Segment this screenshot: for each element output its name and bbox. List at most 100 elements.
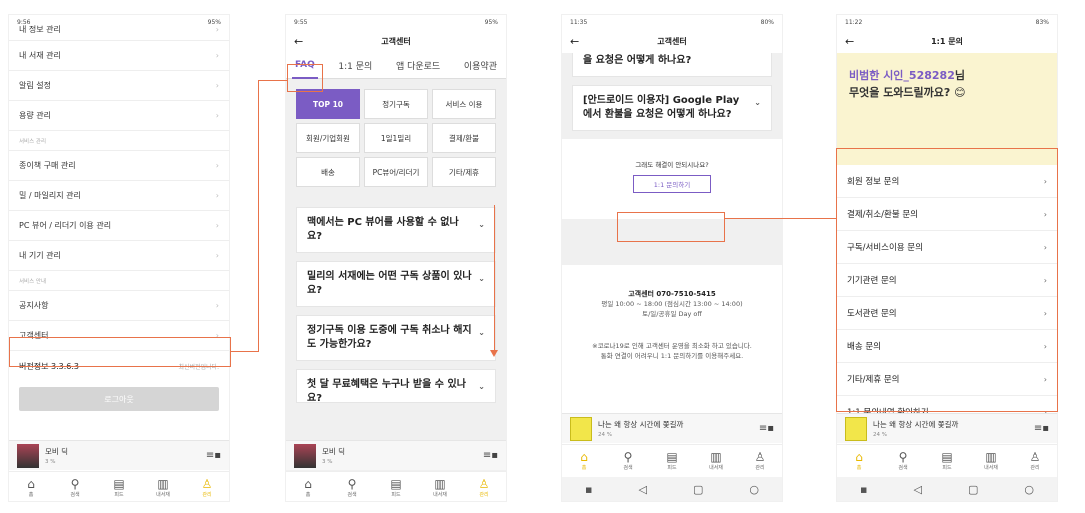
queue-icon[interactable]: ≡▪ (206, 450, 221, 461)
tab-library[interactable]: ▥ 내서재 (976, 450, 1006, 471)
tab-feed[interactable]: ▤ 피드 (104, 476, 134, 498)
home-square-icon[interactable]: ▢ (693, 483, 703, 496)
connector-line (231, 351, 259, 353)
home-icon: ⌂ (855, 449, 863, 464)
customer-center-info: 고객센터 070-7510-5415 평일 10:00 ~ 18:00 (점심시… (601, 290, 743, 318)
tab-manage[interactable]: ♙ 관리 (745, 449, 775, 471)
chevron-right-icon: › (215, 221, 219, 230)
category-delivery[interactable]: 배송 (296, 157, 360, 187)
faq-question[interactable]: 정기구독 이용 도중에 구독 취소나 해지도 가능한가요? ⌄ (296, 315, 496, 361)
queue-icon[interactable]: ≡▪ (759, 423, 774, 434)
faq-question[interactable]: 첫 달 무료혜택은 누구나 받을 수 있나요? ⌄ (296, 369, 496, 403)
category-subscription[interactable]: 정기구독 (364, 89, 428, 119)
tab-manage[interactable]: ♙ 관리 (1020, 450, 1050, 471)
category-service[interactable]: 서비스 이용 (432, 89, 496, 119)
user-nickname: 비범한 시인_528282 (849, 69, 955, 82)
section-info: 서비스 안내 (9, 271, 229, 291)
menu-pc-viewer[interactable]: PC 뷰어 / 리더기 이용 관리 › (9, 211, 229, 241)
tab-home[interactable]: ⌂ 홈 (293, 477, 323, 498)
tab-search[interactable]: ⚲ 검색 (60, 477, 90, 498)
arrow-left-icon[interactable]: ← (570, 35, 579, 48)
feed-icon: ▤ (941, 449, 953, 464)
page-title: 고객센터 (381, 36, 411, 46)
tab-feed[interactable]: ▤ 피드 (657, 450, 687, 471)
back-triangle-icon[interactable]: ◁ (638, 483, 646, 496)
tab-library[interactable]: ▥ 내서재 (148, 477, 178, 498)
arrow-left-icon[interactable]: ← (845, 35, 854, 48)
tab-feed[interactable]: ▤ 피드 (932, 449, 962, 471)
category-etc[interactable]: 기타/제휴 (432, 157, 496, 187)
mini-player[interactable]: 모비 딕3 % ≡▪ (9, 440, 229, 470)
mini-player[interactable]: 모비 딕3 % ≡▪ (286, 440, 506, 470)
header: ← 고객센터 (286, 29, 506, 53)
tab-terms[interactable]: 이용약관 (461, 53, 500, 79)
tab-search[interactable]: ⚲ 검색 (613, 449, 643, 471)
chevron-down-icon: ⌄ (478, 328, 485, 337)
home-square-icon[interactable]: ▢ (968, 483, 978, 496)
connector-line (258, 80, 260, 352)
arrow-left-icon[interactable]: ← (294, 35, 303, 48)
category-daily[interactable]: 1일1밀리 (364, 123, 428, 153)
tab-inquiry[interactable]: 1:1 문의 (335, 53, 375, 79)
faq-question[interactable]: 맥에서는 PC 뷰어를 사용할 수 없나요? ⌄ (296, 207, 496, 253)
feed-icon: ▤ (113, 476, 125, 491)
faq-question[interactable]: [안드로이드 이용자] Google Play 에서 환불을 요청은 어떻게 하… (572, 85, 772, 131)
queue-icon[interactable]: ≡▪ (1034, 423, 1049, 434)
tab-library[interactable]: ▥ 내서재 (425, 477, 455, 498)
back-triangle-icon[interactable]: ◁ (913, 483, 921, 496)
tab-search[interactable]: ⚲ 검색 (337, 477, 367, 498)
chevron-down-icon: ⌄ (754, 98, 761, 107)
tab-home[interactable]: ⌂ 홈 (569, 450, 599, 471)
tab-search[interactable]: ⚲ 검색 (888, 449, 918, 471)
dot-icon[interactable]: ▪ (860, 483, 867, 496)
mini-player[interactable]: 나는 왜 항상 시간에 쫓길까 24 % ≡▪ (837, 413, 1057, 443)
logout-button[interactable]: 로그아웃 (19, 387, 219, 411)
chevron-right-icon: › (215, 161, 219, 170)
chevron-right-icon: › (215, 251, 219, 260)
menu-my-devices[interactable]: 내 기기 관리 › (9, 241, 229, 271)
status-bar: 11:22 83% (845, 18, 1049, 26)
category-member[interactable]: 회원/기업회원 (296, 123, 360, 153)
menu-paper-books[interactable]: 종이책 구매 관리 › (9, 151, 229, 181)
book-cover (570, 416, 592, 441)
tab-library[interactable]: ▥ 내서재 (701, 450, 731, 471)
covid-notice: ※코로나19로 인해 고객센터 운영을 최소화 하고 있습니다. 통화 연결이 … (592, 342, 752, 360)
person-icon: ♙ (754, 449, 766, 464)
tab-home[interactable]: ⌂ 홈 (16, 476, 46, 498)
queue-icon[interactable]: ≡▪ (483, 450, 498, 461)
book-cover (17, 443, 39, 468)
tab-manage[interactable]: ♙ 관리 (192, 477, 222, 498)
menu-my-library[interactable]: 내 서재 관리 › (9, 41, 229, 71)
connector-line (725, 218, 837, 220)
tab-app-download[interactable]: 앱 다운로드 (393, 53, 443, 79)
tab-home[interactable]: ⌂ 홈 (844, 449, 874, 471)
recent-circle-icon[interactable]: ○ (1024, 483, 1034, 496)
search-icon: ⚲ (623, 449, 633, 464)
bottom-tab-bar: ⌂ 홈 ⚲ 검색 ▤ 피드 ▥ 내서재 ♙ 관리 (562, 444, 782, 476)
category-payment[interactable]: 결제/환불 (432, 123, 496, 153)
menu-mileage[interactable]: 밀 / 마일리지 관리 › (9, 181, 229, 211)
dot-icon[interactable]: ▪ (585, 483, 592, 496)
menu-notifications[interactable]: 알림 설정 › (9, 71, 229, 101)
book-cover (845, 416, 867, 441)
menu-my-info[interactable]: 내 정보 관리 › (9, 19, 229, 41)
recent-circle-icon[interactable]: ○ (749, 483, 759, 496)
tab-manage[interactable]: ♙ 관리 (469, 477, 499, 498)
faq-categories: TOP 10 정기구독 서비스 이용 회원/기업회원 1일1밀리 결제/환불 배… (286, 79, 506, 197)
highlight-faq-tab (287, 64, 323, 92)
menu-notices[interactable]: 공지사항 › (9, 291, 229, 321)
menu-storage[interactable]: 용량 관리 › (9, 101, 229, 131)
tab-feed[interactable]: ▤ 피드 (381, 476, 411, 498)
category-top10[interactable]: TOP 10 (296, 89, 360, 119)
faq-question[interactable]: 밀리의 서재에는 어떤 구독 상품이 있나요? ⌄ (296, 261, 496, 307)
feed-icon: ▤ (390, 476, 402, 491)
android-nav-bar: ▪ ◁ ▢ ○ (837, 477, 1057, 501)
contact-inquiry-button[interactable]: 1:1 문의하기 (633, 175, 711, 193)
mini-player[interactable]: 나는 왜 항상 시간에 쫓길까 24 % ≡▪ (562, 413, 782, 443)
search-icon: ⚲ (898, 449, 908, 464)
category-pc-viewer[interactable]: PC뷰어/리더기 (364, 157, 428, 187)
faq-question[interactable]: 을 요청은 어떻게 하나요? (572, 53, 772, 77)
home-icon: ⌂ (27, 476, 35, 491)
bottom-tab-bar: ⌂ 홈 ⚲ 검색 ▤ 피드 ▥ 내서재 ♙ 관리 (286, 471, 506, 501)
chevron-right-icon: › (215, 25, 219, 34)
